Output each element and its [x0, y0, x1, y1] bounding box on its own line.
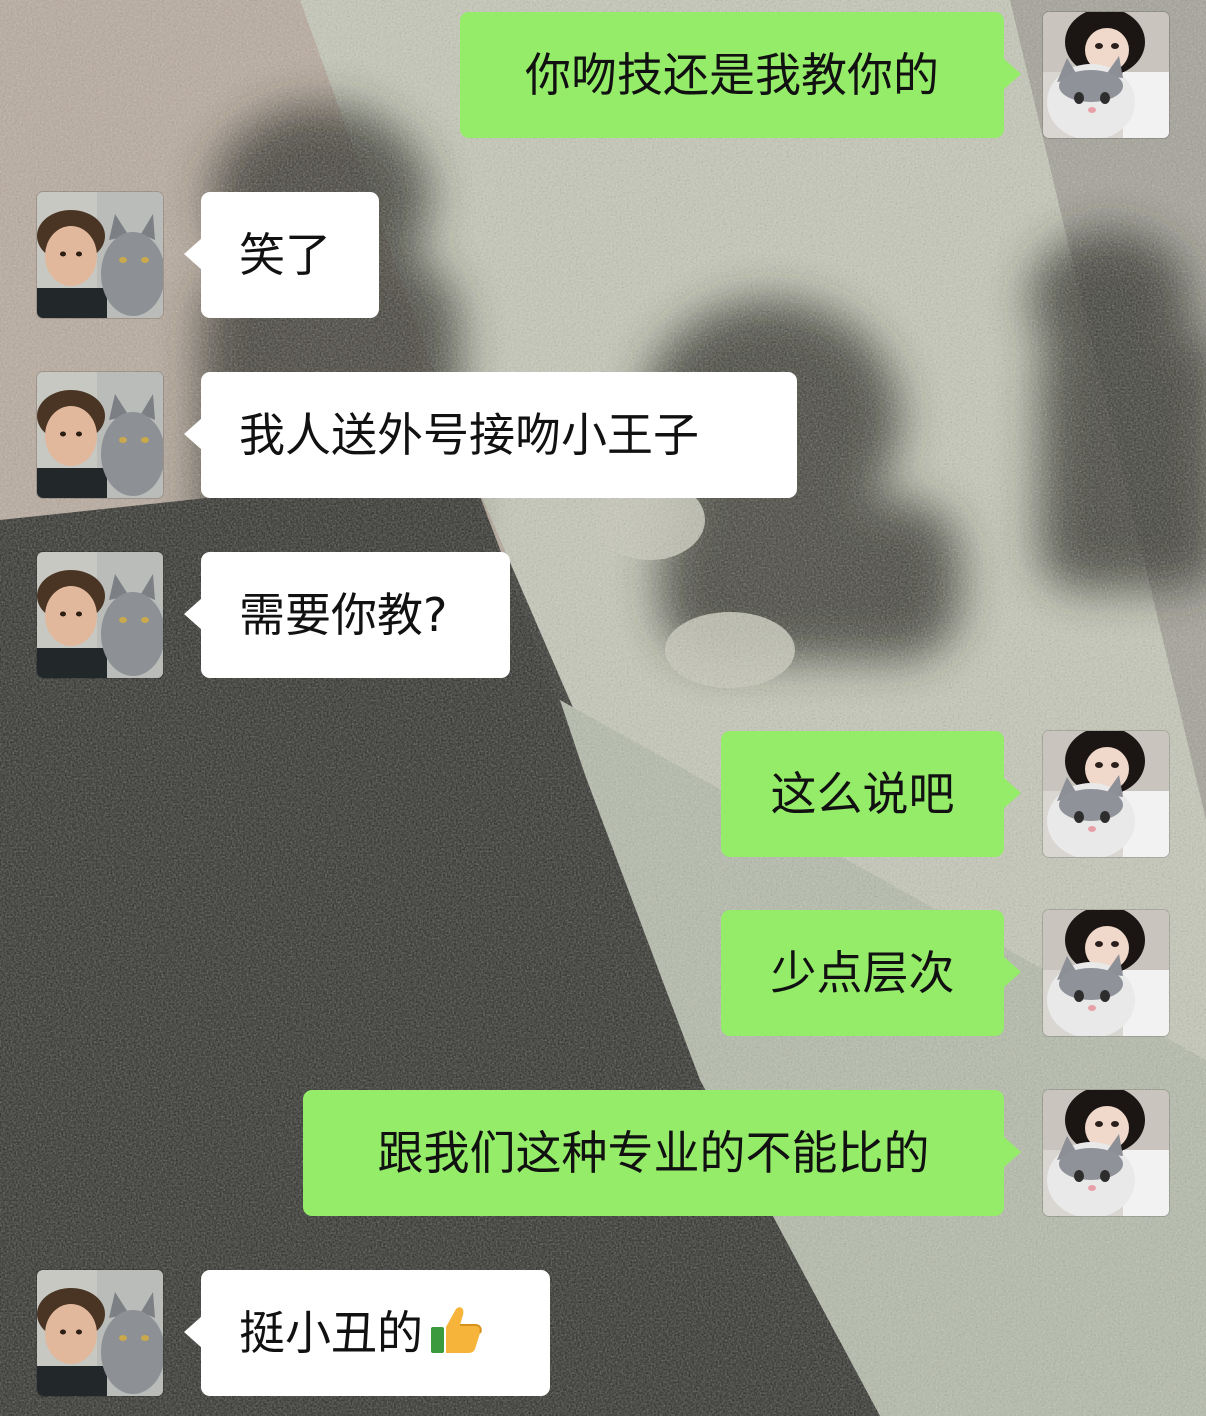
message-bubble-friend[interactable]: 需要你教?	[184, 552, 510, 678]
boy-with-grey-cat-avatar-icon	[37, 192, 163, 318]
message-bubble-self[interactable]: 跟我们这种专业的不能比的	[303, 1090, 1021, 1216]
boy-with-grey-cat-avatar-icon	[37, 372, 163, 498]
message-text: 你吻技还是我教你的	[525, 48, 939, 102]
friend-avatar[interactable]	[37, 1270, 163, 1396]
message-text: 跟我们这种专业的不能比的	[377, 1126, 930, 1180]
message-text: 笑了	[239, 228, 331, 282]
message-text: 我人送外号接吻小王子	[239, 408, 699, 462]
message-text: 需要你教?	[239, 588, 448, 642]
boy-with-grey-cat-avatar-icon	[37, 1270, 163, 1396]
girl-with-white-cat-avatar-icon	[1043, 731, 1169, 857]
thumbs-up-icon	[429, 1303, 483, 1364]
girl-with-white-cat-avatar-icon	[1043, 12, 1169, 138]
message-text: 少点层次	[770, 946, 955, 1000]
friend-avatar[interactable]	[37, 192, 163, 318]
self-avatar[interactable]	[1043, 12, 1169, 138]
message-bubble-friend[interactable]: 挺小丑的	[184, 1270, 550, 1396]
boy-with-grey-cat-avatar-icon	[37, 552, 163, 678]
message-text: 挺小丑的	[239, 1306, 423, 1360]
self-avatar[interactable]	[1043, 1090, 1169, 1216]
girl-with-white-cat-avatar-icon	[1043, 910, 1169, 1036]
self-avatar[interactable]	[1043, 731, 1169, 857]
message-text: 这么说吧	[770, 767, 955, 821]
self-avatar[interactable]	[1043, 910, 1169, 1036]
message-bubble-friend[interactable]: 我人送外号接吻小王子	[184, 372, 797, 498]
friend-avatar[interactable]	[37, 552, 163, 678]
girl-with-white-cat-avatar-icon	[1043, 1090, 1169, 1216]
message-bubble-friend[interactable]: 笑了	[184, 192, 379, 318]
message-bubble-self[interactable]: 你吻技还是我教你的	[460, 12, 1021, 138]
message-bubble-self[interactable]: 这么说吧	[721, 731, 1021, 857]
message-bubble-self[interactable]: 少点层次	[721, 910, 1021, 1036]
friend-avatar[interactable]	[37, 372, 163, 498]
